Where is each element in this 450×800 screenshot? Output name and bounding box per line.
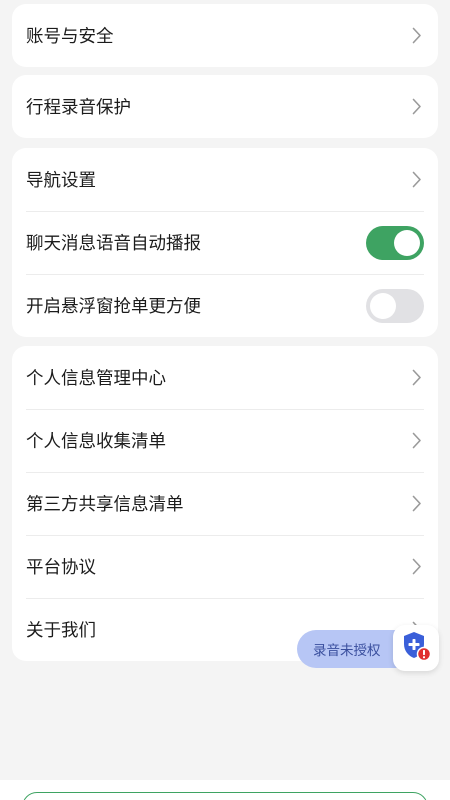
settings-section-preferences: 导航设置 聊天消息语音自动播报 开启悬浮窗抢单更方便 bbox=[12, 148, 438, 337]
settings-item-label: 开启悬浮窗抢单更方便 bbox=[26, 297, 201, 317]
settings-item-personal-info-collection[interactable]: 个人信息收集清单 bbox=[12, 409, 438, 472]
settings-item-label: 个人信息管理中心 bbox=[26, 369, 166, 389]
settings-item-label: 账号与安全 bbox=[26, 27, 114, 47]
settings-item-trip-recording-protection[interactable]: 行程录音保护 bbox=[12, 75, 438, 138]
settings-item-platform-agreement[interactable]: 平台协议 bbox=[12, 535, 438, 598]
toggle-knob bbox=[394, 229, 420, 256]
settings-item-account-security[interactable]: 账号与安全 bbox=[12, 4, 438, 67]
chevron-right-icon bbox=[410, 369, 424, 387]
settings-section-trip-recording: 行程录音保护 bbox=[12, 75, 438, 138]
floating-window-toggle[interactable] bbox=[366, 288, 424, 323]
settings-item-floating-window: 开启悬浮窗抢单更方便 bbox=[12, 274, 438, 337]
settings-item-chat-voice-broadcast: 聊天消息语音自动播报 bbox=[12, 211, 438, 274]
settings-section-account: 账号与安全 bbox=[12, 4, 438, 67]
settings-item-label: 第三方共享信息清单 bbox=[26, 495, 184, 515]
shield-alert-icon bbox=[401, 630, 432, 666]
chevron-right-icon bbox=[410, 558, 424, 576]
chevron-right-icon bbox=[410, 495, 424, 513]
chat-voice-toggle[interactable] bbox=[366, 225, 424, 260]
chevron-right-icon bbox=[410, 171, 424, 189]
settings-item-third-party-sharing[interactable]: 第三方共享信息清单 bbox=[12, 472, 438, 535]
chevron-right-icon bbox=[410, 432, 424, 450]
settings-item-navigation[interactable]: 导航设置 bbox=[12, 148, 438, 211]
settings-item-label: 行程录音保护 bbox=[26, 98, 131, 118]
recording-shield-button[interactable] bbox=[393, 625, 439, 671]
toggle-knob bbox=[370, 292, 396, 319]
bottom-action-button[interactable] bbox=[22, 792, 428, 800]
chevron-right-icon bbox=[410, 27, 424, 45]
settings-item-label: 平台协议 bbox=[26, 558, 96, 578]
settings-item-label: 聊天消息语音自动播报 bbox=[26, 234, 201, 254]
settings-item-label: 个人信息收集清单 bbox=[26, 432, 166, 452]
recording-unauthorized-label: 录音未授权 bbox=[313, 643, 381, 659]
settings-item-personal-info-center[interactable]: 个人信息管理中心 bbox=[12, 346, 438, 409]
settings-section-privacy: 个人信息管理中心 个人信息收集清单 第三方共享信息清单 平台协议 关于我们 bbox=[12, 346, 438, 661]
chevron-right-icon bbox=[410, 98, 424, 116]
settings-item-label: 导航设置 bbox=[26, 171, 96, 191]
recording-unauthorized-pill[interactable]: 录音未授权 bbox=[297, 630, 407, 668]
